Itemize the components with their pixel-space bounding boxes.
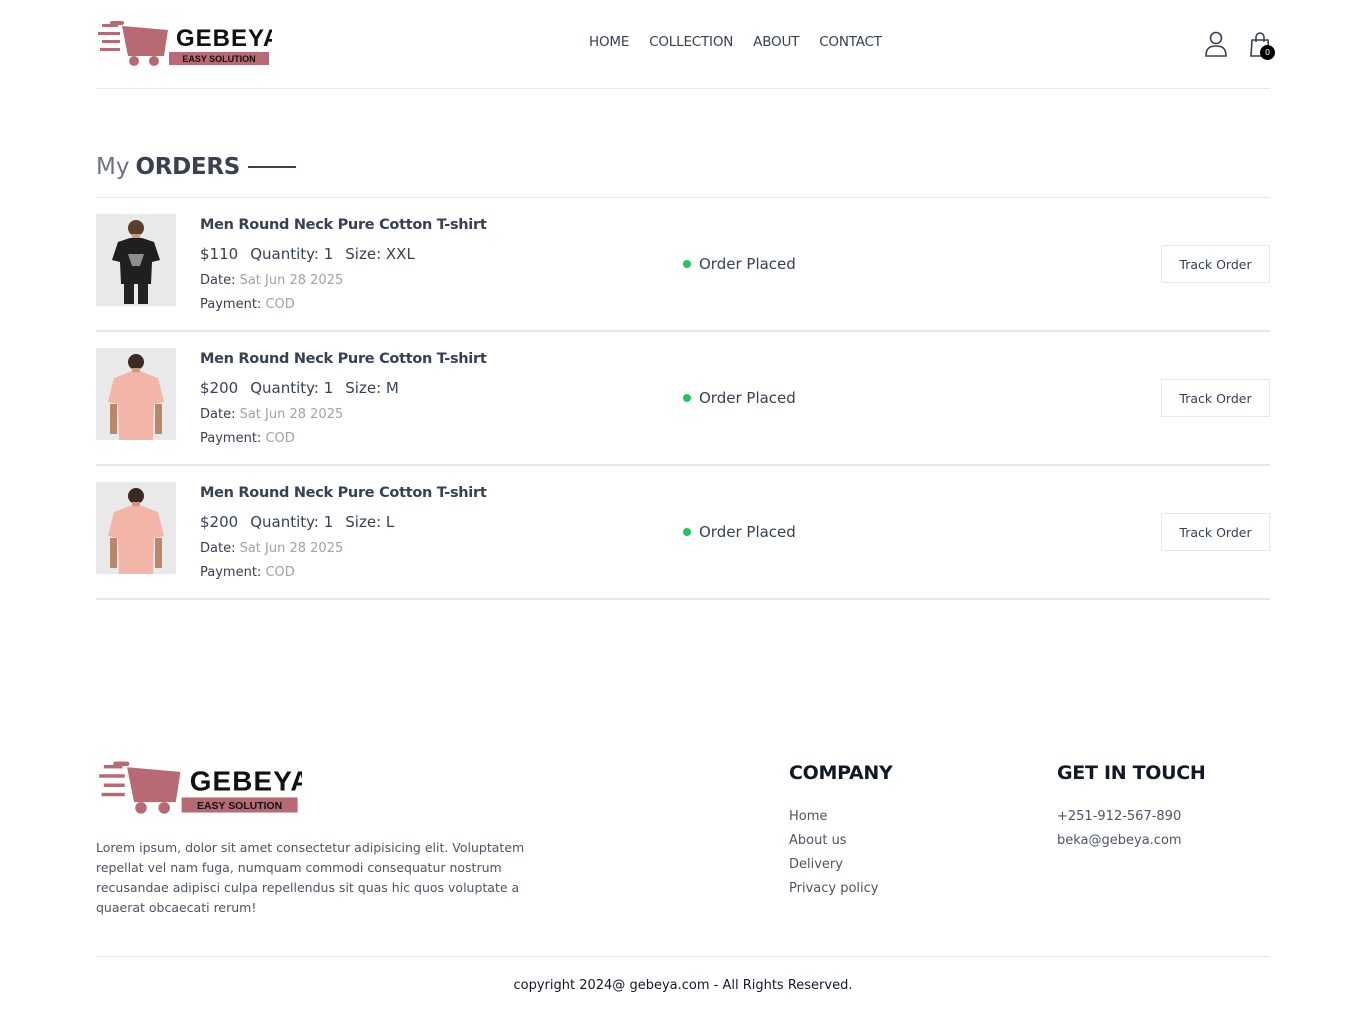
order-payment-value: COD [265,565,295,580]
order-payment: Payment: COD [200,297,295,312]
footer-link-privacy[interactable]: Privacy policy [789,877,878,901]
order-status-text: Order Placed [699,523,796,541]
product-name: Men Round Neck Pure Cotton T-shirt [200,351,487,367]
order-meta: $110 Quantity: 1 Size: XXL [200,245,415,263]
order-date-label: Date: [200,273,236,288]
order-status: Order Placed [683,389,796,407]
footer-brand-tagline: EASY SOLUTION [197,801,282,812]
order-payment-value: COD [265,297,295,312]
order-date: Date: Sat Jun 28 2025 [200,273,343,288]
nav-home[interactable]: HOME [589,34,629,50]
order-row: Men Round Neck Pure Cotton T-shirt $110 … [96,198,1270,332]
order-quantity: Quantity: 1 [250,513,334,531]
footer-contact-list: +251-912-567-890 beka@gebeya.com [1057,805,1182,853]
order-price: $200 [200,513,239,531]
order-date-value: Sat Jun 28 2025 [239,273,344,288]
order-size: Size: M [345,379,399,397]
page-title-bold: ORDERS [135,154,241,180]
brand-logo[interactable]: GEBEYA EASY SOLUTION [96,18,272,68]
order-payment-label: Payment: [200,565,262,580]
brand-tagline: EASY SOLUTION [182,54,255,64]
order-size: Size: XXL [345,245,415,263]
order-date-value: Sat Jun 28 2025 [239,541,344,556]
page-title: My ORDERS [96,154,297,180]
product-name: Men Round Neck Pure Cotton T-shirt [200,217,487,233]
order-status: Order Placed [683,523,796,541]
nav-about[interactable]: ABOUT [753,34,799,50]
footer-logo: GEBEYA EASY SOLUTION [99,761,302,814]
nav-contact[interactable]: CONTACT [819,34,882,50]
footer-link-about[interactable]: About us [789,829,878,853]
order-status-text: Order Placed [699,255,796,273]
cart-count-badge: 0 [1260,45,1275,60]
track-order-button[interactable]: Track Order [1161,379,1270,417]
order-date-label: Date: [200,541,236,556]
footer-divider [96,956,1270,957]
footer-email: beka@gebeya.com [1057,833,1182,848]
order-date: Date: Sat Jun 28 2025 [200,407,343,422]
order-payment: Payment: COD [200,565,295,580]
product-image [96,482,176,574]
track-order-button[interactable]: Track Order [1161,513,1270,551]
profile-icon[interactable] [1204,30,1228,58]
order-quantity: Quantity: 1 [250,245,334,263]
product-image [96,348,176,440]
footer-link-delivery[interactable]: Delivery [789,853,878,877]
order-status: Order Placed [683,255,796,273]
status-dot-icon [683,528,691,536]
order-quantity: Quantity: 1 [250,379,334,397]
order-payment-label: Payment: [200,297,262,312]
order-date-value: Sat Jun 28 2025 [239,407,344,422]
main-nav: HOME COLLECTION ABOUT CONTACT [589,34,882,50]
status-dot-icon [683,260,691,268]
product-name: Men Round Neck Pure Cotton T-shirt [200,485,487,501]
order-price: $200 [200,379,239,397]
footer-company-title: COMPANY [789,762,893,784]
title-underline [248,166,297,168]
nav-collection[interactable]: COLLECTION [649,34,733,50]
copyright-text: copyright 2024@ gebeya.com - All Rights … [513,978,853,993]
site-header: GEBEYA EASY SOLUTION HOME COLLECTION ABO… [96,0,1275,89]
page-title-light: My [96,154,130,180]
order-date: Date: Sat Jun 28 2025 [200,541,343,556]
footer-link-home[interactable]: Home [789,805,878,829]
status-dot-icon [683,394,691,402]
product-image [96,214,176,306]
order-row: Men Round Neck Pure Cotton T-shirt $200 … [96,332,1270,466]
footer-contact-title: GET IN TOUCH [1057,762,1206,784]
order-price: $110 [200,245,239,263]
footer-company-links: Home About us Delivery Privacy policy [789,805,878,901]
order-meta: $200 Quantity: 1 Size: M [200,379,399,397]
track-order-button[interactable]: Track Order [1161,245,1270,283]
brand-name: GEBEYA [176,25,272,52]
order-meta: $200 Quantity: 1 Size: L [200,513,394,531]
order-size: Size: L [345,513,395,531]
order-date-label: Date: [200,407,236,422]
order-payment: Payment: COD [200,431,295,446]
order-payment-value: COD [265,431,295,446]
order-status-text: Order Placed [699,389,796,407]
footer-brand-name: GEBEYA [190,765,302,796]
order-row: Men Round Neck Pure Cotton T-shirt $200 … [96,466,1270,600]
footer-phone: +251-912-567-890 [1057,809,1182,824]
footer-description: Lorem ipsum, dolor sit amet consectetur … [96,840,525,915]
order-payment-label: Payment: [200,431,262,446]
